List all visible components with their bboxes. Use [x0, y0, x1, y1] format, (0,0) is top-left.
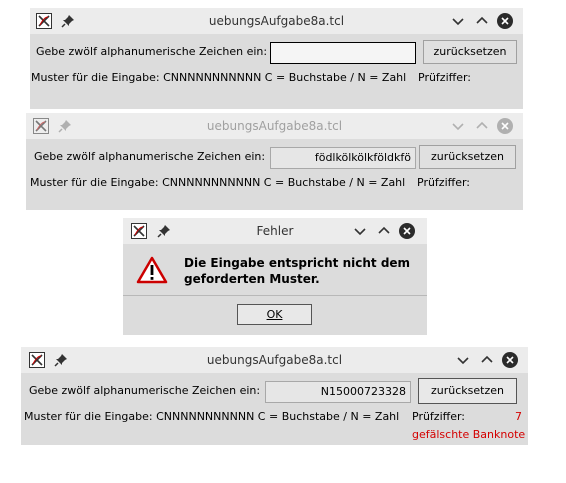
main-window-1: uebungsAufgabe8a.tcl Gebe zwölf alphanum…: [30, 8, 523, 109]
error-message: Die Eingabe entspricht nicht dem geforde…: [184, 256, 411, 286]
title-bar[interactable]: Fehler: [123, 218, 427, 244]
title-bar[interactable]: uebungsAufgabe8a.tcl: [30, 8, 523, 34]
minimize-icon[interactable]: [450, 13, 466, 29]
reset-button[interactable]: zurücksetzen: [418, 378, 517, 404]
maximize-icon[interactable]: [474, 118, 490, 134]
title-bar[interactable]: uebungsAufgabe8a.tcl: [26, 113, 523, 139]
ok-button[interactable]: OK: [237, 304, 312, 325]
window-title: uebungsAufgabe8a.tcl: [206, 353, 343, 367]
minimize-icon[interactable]: [352, 223, 368, 239]
prompt-label: Gebe zwölf alphanumerische Zeichen ein:: [29, 384, 261, 397]
minimize-icon[interactable]: [455, 352, 471, 368]
dialog-body: Die Eingabe entspricht nicht dem geforde…: [123, 244, 427, 335]
window-title: uebungsAufgabe8a.tcl: [206, 119, 343, 133]
window-body: Gebe zwölf alphanumerische Zeichen ein: …: [30, 34, 523, 109]
close-icon[interactable]: [497, 118, 513, 134]
window-body: Gebe zwölf alphanumerische Zeichen ein: …: [26, 139, 523, 210]
maximize-icon[interactable]: [376, 223, 392, 239]
prompt-label: Gebe zwölf alphanumerische Zeichen ein:: [36, 45, 268, 58]
warning-icon: [136, 256, 168, 284]
close-icon[interactable]: [502, 352, 518, 368]
result-text: gefälschte Banknote: [412, 428, 526, 441]
code-input[interactable]: [270, 42, 416, 64]
pattern-label: Muster für die Eingabe: CNNNNNNNNNNN C =…: [24, 410, 400, 423]
pattern-label: Muster für die Eingabe: CNNNNNNNNNNN C =…: [31, 71, 407, 84]
maximize-icon[interactable]: [479, 352, 495, 368]
close-icon[interactable]: [399, 223, 415, 239]
main-window-3: uebungsAufgabe8a.tcl Gebe zwölf alphanum…: [21, 347, 528, 445]
close-icon[interactable]: [497, 13, 513, 29]
check-digit-value: 7: [515, 410, 522, 423]
prompt-label: Gebe zwölf alphanumerische Zeichen ein:: [34, 150, 266, 163]
code-input[interactable]: födlkölkölkföldkfö: [270, 147, 416, 169]
main-window-2: uebungsAufgabe8a.tcl Gebe zwölf alphanum…: [26, 113, 523, 210]
check-digit-label: Prüfziffer:: [417, 176, 471, 189]
title-bar[interactable]: uebungsAufgabe8a.tcl: [21, 347, 528, 373]
reset-button[interactable]: zurücksetzen: [423, 40, 517, 64]
reset-button[interactable]: zurücksetzen: [419, 145, 516, 169]
error-dialog: Fehler Die Eingabe entspricht nicht dem …: [123, 218, 427, 335]
minimize-icon[interactable]: [450, 118, 466, 134]
pattern-label: Muster für die Eingabe: CNNNNNNNNNNN C =…: [30, 176, 406, 189]
maximize-icon[interactable]: [474, 13, 490, 29]
check-digit-label: Prüfziffer:: [412, 410, 466, 423]
check-digit-label: Prüfziffer:: [418, 71, 472, 84]
separator: [123, 295, 427, 296]
window-body: Gebe zwölf alphanumerische Zeichen ein: …: [21, 373, 528, 445]
code-input[interactable]: N15000723328: [265, 381, 411, 403]
